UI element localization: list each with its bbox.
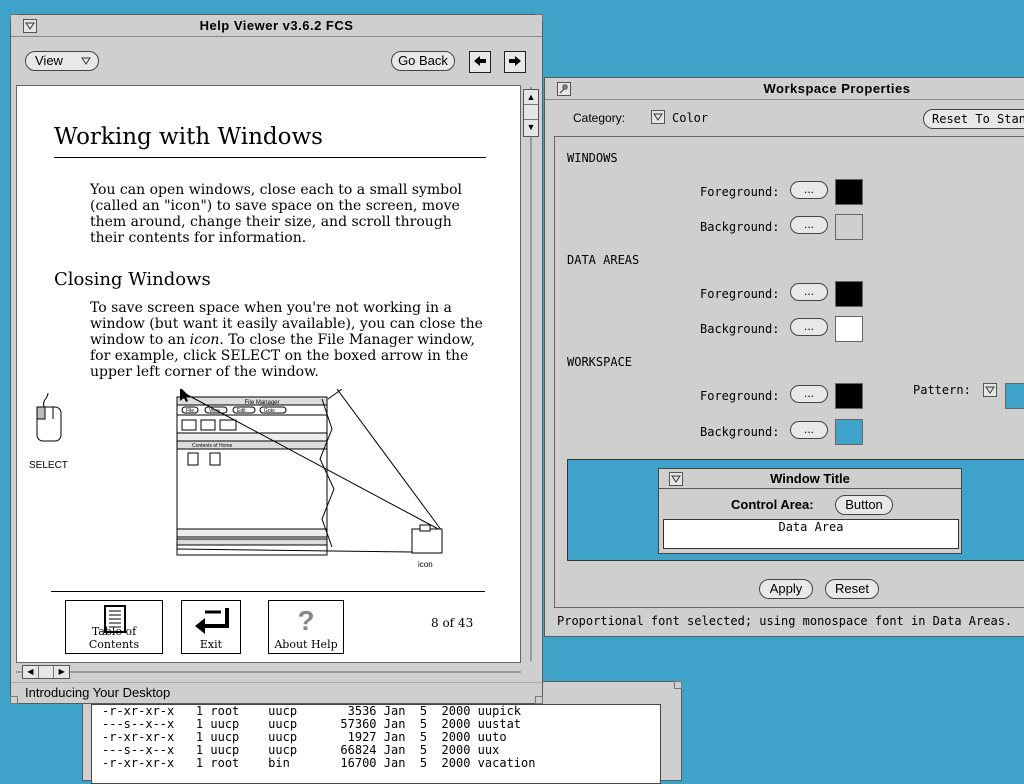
- title-bar[interactable]: Workspace Properties: [545, 78, 1024, 100]
- figure-icon-label: icon: [418, 560, 433, 569]
- horizontal-scrollbar[interactable]: ◀ ▶: [16, 665, 521, 679]
- exit-arrow-icon: [195, 608, 229, 634]
- color-settings-pane: WINDOWS Foreground: ... Background: ... …: [554, 136, 1024, 608]
- table-of-contents-button[interactable]: Table of Contents: [65, 600, 163, 654]
- help-document[interactable]: Working with Windows You can open window…: [16, 85, 521, 663]
- section-windows: WINDOWS: [567, 151, 618, 165]
- workspace-foreground-label: Foreground:: [700, 389, 780, 403]
- window-title: Help Viewer v3.6.2 FCS: [199, 18, 354, 33]
- pattern-menu-button[interactable]: [983, 383, 997, 397]
- preview-title-bar: Window Title: [659, 469, 961, 489]
- preview-control-area-label: Control Area:: [731, 497, 814, 512]
- scrollbar-elevator[interactable]: ▲ ▼: [523, 89, 539, 137]
- status-message: Proportional font selected; using monosp…: [557, 614, 1013, 628]
- workspace-properties-window[interactable]: Workspace Properties Category: Color Res…: [544, 77, 1024, 637]
- about-help-button[interactable]: ? About Help: [268, 600, 344, 654]
- preview-button: Button: [835, 495, 893, 515]
- triangle-down-icon: [985, 386, 995, 394]
- terminal-output[interactable]: -r-xr-xr-x 1 root uucp 3536 Jan 5 2000 u…: [91, 704, 661, 784]
- title-bar[interactable]: Help Viewer v3.6.2 FCS: [11, 15, 542, 37]
- question-mark-icon: ?: [297, 605, 314, 636]
- vertical-scrollbar[interactable]: ▲ ▼: [523, 87, 539, 661]
- pattern-label: Pattern:: [913, 383, 971, 397]
- figure-contents-label: Contents of Home: [192, 443, 233, 449]
- triangle-down-icon: [81, 57, 91, 65]
- page-indicator: 8 of 43: [431, 616, 474, 630]
- figure-menu-edit: Edit: [237, 408, 246, 414]
- select-label: SELECT: [29, 460, 68, 471]
- scroll-left-arrow-icon[interactable]: ◀: [23, 666, 39, 678]
- windows-foreground-label: Foreground:: [700, 185, 780, 199]
- nav-rule: [51, 591, 485, 592]
- apply-button[interactable]: Apply: [759, 579, 813, 599]
- body-icon-term: icon.: [189, 332, 224, 348]
- svg-text:?: ?: [297, 605, 314, 634]
- scroll-drag-area[interactable]: [524, 105, 538, 120]
- section-heading: Closing Windows: [54, 269, 211, 290]
- preview-window: Window Title Control Area: Button Data A…: [658, 468, 962, 554]
- intro-paragraph: You can open windows, close each to a sm…: [90, 182, 463, 246]
- workspace-foreground-swatch: [835, 383, 863, 409]
- scroll-up-arrow-icon[interactable]: ▲: [524, 90, 538, 105]
- pattern-swatch[interactable]: [1005, 383, 1024, 409]
- toc-label: Table of Contents: [88, 625, 140, 651]
- go-back-button[interactable]: Go Back: [391, 51, 455, 71]
- triangle-down-icon: [653, 113, 663, 121]
- reset-button[interactable]: Reset: [825, 579, 879, 599]
- section-data-areas: DATA AREAS: [567, 253, 640, 267]
- next-page-button[interactable]: [504, 51, 526, 73]
- reset-to-standard-button[interactable]: Reset To Standard: [923, 109, 1024, 129]
- file-manager-illustration: File Manager File View Edit Goto Content…: [176, 389, 443, 569]
- arrow-left-icon: [474, 56, 486, 66]
- resize-corner[interactable]: [674, 681, 682, 689]
- data-background-swatch: [835, 316, 863, 342]
- workspace-background-label: Background:: [700, 425, 780, 439]
- preview-data-area: Data Area: [663, 519, 959, 549]
- terminal-line: -r-xr-xr-x 1 root bin 16700 Jan 5 2000 v…: [102, 756, 536, 770]
- scroll-right-arrow-icon[interactable]: ▶: [54, 666, 69, 678]
- view-menu-button[interactable]: View: [25, 51, 99, 71]
- workspace-background-picker[interactable]: ...: [790, 421, 828, 439]
- status-bar: Introducing Your Desktop: [11, 682, 542, 704]
- mouse-icon: [36, 392, 62, 442]
- workspace-foreground-picker[interactable]: ...: [790, 385, 828, 403]
- windows-background-swatch: [835, 214, 863, 240]
- workspace-background-swatch: [835, 419, 863, 445]
- windows-background-picker[interactable]: ...: [790, 216, 828, 234]
- arrow-right-icon: [509, 56, 521, 66]
- view-label: View: [35, 53, 63, 68]
- category-label: Category:: [573, 111, 626, 125]
- data-foreground-picker[interactable]: ...: [790, 283, 828, 301]
- exit-button[interactable]: Exit: [181, 600, 241, 654]
- body-paragraph: To save screen space when you're not wor…: [90, 300, 490, 380]
- preview-window-title: Window Title: [770, 471, 850, 486]
- scroll-drag-area[interactable]: [39, 666, 55, 678]
- windows-background-label: Background:: [700, 220, 780, 234]
- category-menu-button[interactable]: [651, 110, 665, 124]
- window-title: Workspace Properties: [763, 81, 911, 96]
- figure-menu-goto: Goto: [264, 408, 275, 414]
- about-help-label: About Help: [274, 638, 338, 651]
- heading-rule: [54, 157, 486, 158]
- windows-foreground-swatch: [835, 179, 863, 205]
- data-background-picker[interactable]: ...: [790, 318, 828, 336]
- scrollbar-track[interactable]: [530, 87, 532, 661]
- preview-area: Window Title Control Area: Button Data A…: [567, 459, 1024, 561]
- section-workspace: WORKSPACE: [567, 355, 633, 369]
- page-heading: Working with Windows: [54, 124, 323, 150]
- data-background-label: Background:: [700, 322, 780, 336]
- category-value: Color: [672, 111, 709, 125]
- figure-menu-file: File: [186, 408, 194, 414]
- data-foreground-swatch: [835, 281, 863, 307]
- exit-label: Exit: [199, 638, 223, 651]
- figure-window-title: File Manager: [244, 400, 279, 406]
- scroll-down-arrow-icon[interactable]: ▼: [524, 120, 538, 135]
- data-foreground-label: Foreground:: [700, 287, 780, 301]
- previous-page-button[interactable]: [469, 51, 491, 73]
- scrollbar-elevator[interactable]: ◀ ▶: [22, 665, 70, 679]
- windows-foreground-picker[interactable]: ...: [790, 181, 828, 199]
- scrollbar-track[interactable]: [16, 671, 521, 673]
- help-viewer-window[interactable]: Help Viewer v3.6.2 FCS View Go Back Work…: [10, 14, 543, 704]
